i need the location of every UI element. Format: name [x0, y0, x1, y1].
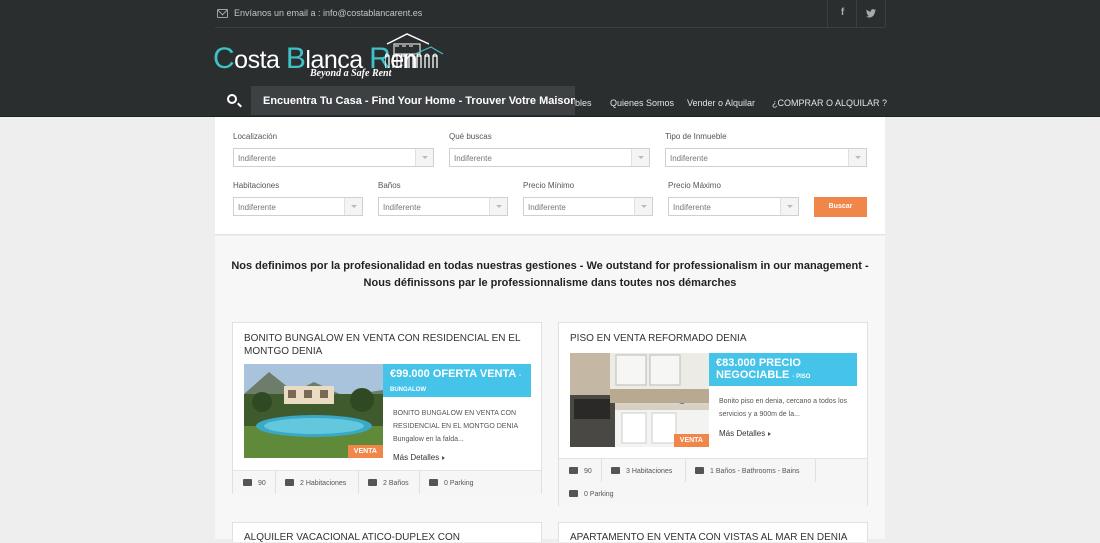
listing-status-badge: VENTA — [347, 445, 383, 458]
listing-photo-image — [244, 364, 383, 458]
house-logo-icon — [385, 33, 444, 68]
chevron-down-icon — [631, 149, 649, 166]
listing-card[interactable]: APARTAMENTO EN VENTA CON VISTAS AL MAR E… — [558, 522, 868, 543]
filter-label-precio-max: Precio Máximo — [668, 181, 721, 190]
listing-card[interactable]: ALQUILER VACACIONAL ATICO-DUPLEX CON — [232, 522, 542, 543]
bath-icon — [368, 479, 377, 486]
site-header: Envíanos un email a : info@costablancare… — [0, 0, 1100, 117]
precio-minimo-select[interactable]: Indiferente — [523, 197, 653, 216]
nav-item-inmuebles[interactable]: bles — [575, 98, 592, 108]
filter-label-tipo: Tipo de Inmueble — [665, 132, 727, 141]
feature-area: 90 — [243, 479, 266, 487]
nav-item-vender-alquilar[interactable]: Vender o Alquilar — [687, 98, 755, 108]
more-details-link[interactable]: Más Detalles — [719, 429, 772, 438]
facebook-icon[interactable]: f — [827, 0, 857, 27]
site-logo[interactable]: Costa Blanca Ren Beyond a Safe Rent — [213, 32, 445, 82]
tipo-inmueble-select[interactable]: Indiferente — [665, 148, 867, 167]
filter-label-habitaciones: Habitaciones — [233, 181, 280, 190]
chevron-down-icon — [489, 198, 507, 215]
caret-right-icon — [442, 456, 446, 460]
logo-tagline: Beyond a Safe Rent — [310, 68, 392, 79]
more-details-link[interactable]: Más Detalles — [393, 453, 446, 462]
price-box: €83.000 PRECIO NEGOCIABLE - PISO — [709, 353, 857, 386]
twitter-icon[interactable] — [856, 0, 886, 27]
listing-description: BONITO BUNGALOW EN VENTA CON RESIDENCIAL… — [393, 410, 518, 443]
search-button[interactable] — [215, 86, 251, 116]
listing-photo-image — [570, 353, 709, 447]
contact-email[interactable]: Envíanos un email a : info@costablancare… — [234, 8, 422, 18]
bed-icon — [611, 467, 620, 474]
listing-price: €83.000 PRECIO NEGOCIABLE - PISO — [716, 357, 811, 381]
feature-bathrooms: 1 Baños - Bathrooms - Bains — [695, 467, 800, 475]
chevron-down-icon — [848, 149, 866, 166]
listing-card[interactable]: BONITO BUNGALOW EN VENTA CON RESIDENCIAL… — [232, 322, 542, 494]
price-box: €99.000 OFERTA VENTA - BUNGALOW — [383, 364, 531, 397]
top-bar: Envíanos un email a : info@costablancare… — [215, 0, 886, 28]
listing-description: Bonito piso en denia, cercano a todos lo… — [719, 398, 848, 418]
listing-photo[interactable]: VENTA — [244, 364, 383, 458]
listing-card[interactable]: PISO EN VENTA REFORMADO DENIA VENTA €83.… — [558, 322, 868, 506]
listing-features: 90 3 Habitaciones 1 Baños - Bathrooms - … — [559, 458, 867, 506]
feature-bedrooms: 3 Habitaciones — [611, 467, 672, 475]
que-buscas-select[interactable]: Indiferente — [449, 148, 650, 167]
car-icon — [569, 490, 578, 497]
bath-icon — [695, 467, 704, 474]
localizacion-select[interactable]: Indiferente — [233, 148, 434, 167]
listing-title[interactable]: APARTAMENTO EN VENTA CON VISTAS AL MAR E… — [570, 532, 847, 543]
habitaciones-select[interactable]: Indiferente — [233, 197, 363, 216]
area-icon — [569, 467, 578, 474]
listing-features: 90 2 Habitaciones 2 Baños 0 Parking — [233, 470, 541, 494]
chevron-down-icon — [344, 198, 362, 215]
nav-item-quienes-somos[interactable]: Quienes Somos — [610, 98, 674, 108]
envelope-icon — [217, 9, 228, 18]
area-icon — [243, 479, 252, 486]
listing-photo[interactable]: VENTA — [570, 353, 709, 447]
listing-title[interactable]: BONITO BUNGALOW EN VENTA CON RESIDENCIAL… — [244, 332, 529, 358]
precio-maximo-select[interactable]: Indiferente — [668, 197, 799, 216]
caret-right-icon — [768, 432, 772, 436]
buscar-button[interactable]: Buscar — [814, 197, 867, 217]
listing-price: €99.000 OFERTA VENTA - BUNGALOW — [390, 368, 521, 393]
banos-select[interactable]: Indiferente — [378, 197, 508, 216]
search-filters: Localización Indiferente Qué buscas Indi… — [215, 117, 885, 235]
chevron-down-icon — [634, 198, 652, 215]
feature-bathrooms: 2 Baños — [368, 479, 409, 487]
listing-status-badge: VENTA — [673, 434, 709, 447]
bed-icon — [285, 479, 294, 486]
feature-area: 90 — [569, 467, 592, 475]
chevron-down-icon — [415, 149, 433, 166]
filter-label-precio-min: Precio Mínimo — [523, 181, 575, 190]
chevron-down-icon — [780, 198, 798, 215]
filter-label-que-buscas: Qué buscas — [449, 132, 492, 141]
feature-parking: 0 Parking — [569, 490, 614, 498]
filter-label-localizacion: Localización — [233, 132, 278, 141]
nav-item-comprar-alquilar[interactable]: ¿COMPRAR O ALQUILAR ? — [772, 98, 887, 108]
listing-title[interactable]: ALQUILER VACACIONAL ATICO-DUPLEX CON — [244, 532, 460, 543]
car-icon — [429, 479, 438, 486]
listing-title[interactable]: PISO EN VENTA REFORMADO DENIA — [570, 332, 855, 345]
filter-label-banos: Baños — [378, 181, 401, 190]
slogan: Nos definimos por la profesionalidad en … — [231, 260, 869, 289]
search-icon — [227, 94, 237, 104]
feature-bedrooms: 2 Habitaciones — [285, 479, 346, 487]
feature-parking: 0 Parking — [429, 479, 474, 487]
search-banner[interactable]: Encuentra Tu Casa - Find Your Home - Tro… — [251, 86, 575, 115]
